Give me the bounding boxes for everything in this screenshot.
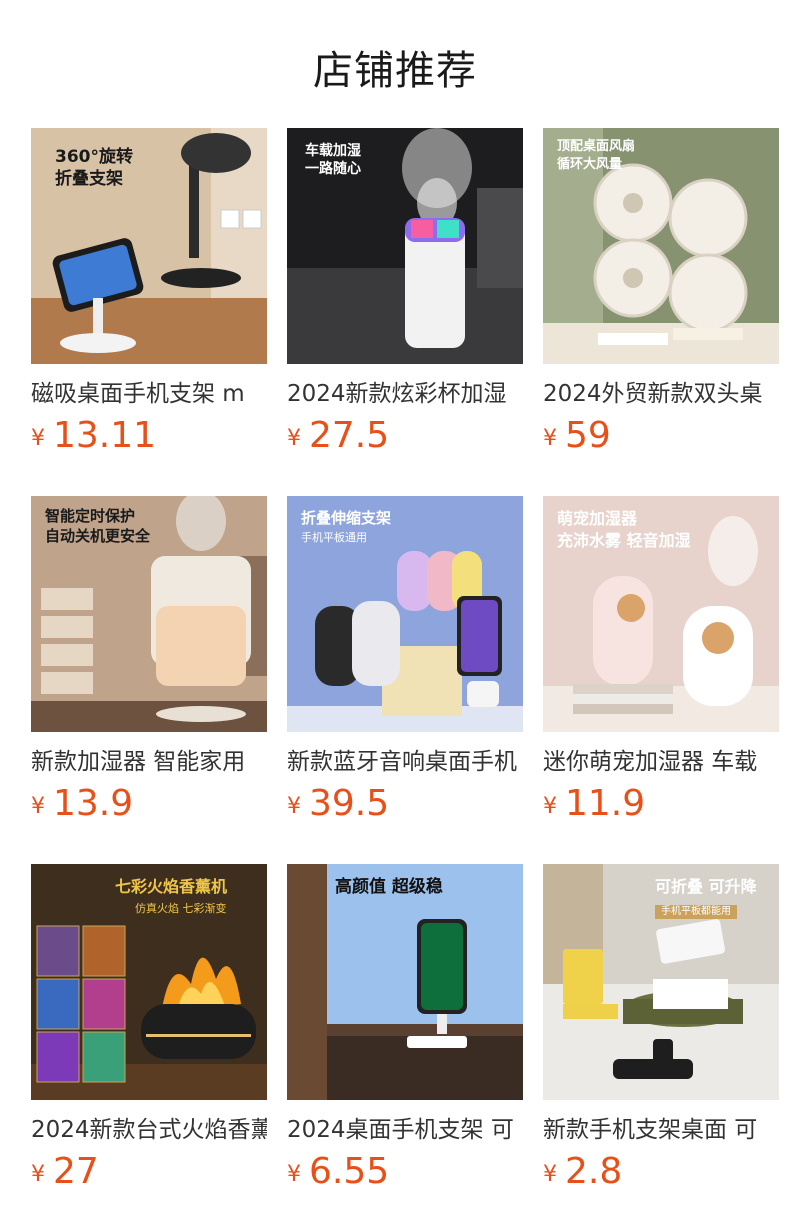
product-price: ¥13.9 [31,783,134,824]
product-card[interactable]: 车载加湿 一路随心 2024新款炫彩杯加湿 ¥27.5 [287,128,523,462]
product-price: ¥59 [543,415,611,456]
image-caption: 折叠伸缩支架 手机平板通用 [301,509,392,544]
image-caption: 车载加湿 一路随心 [305,143,361,177]
image-caption: 高颜值 超级稳 [335,877,443,897]
product-price: ¥27 [31,1151,99,1192]
product-card[interactable]: 可折叠 可升降 手机平板都能用 新款手机支架桌面 可 ¥2.8 [543,864,779,1198]
product-name[interactable]: 磁吸桌面手机支架 m [31,378,267,410]
product-card[interactable]: 折叠伸缩支架 手机平板通用 新款蓝牙音响桌面手机 ¥39.5 [287,496,523,830]
product-price: ¥39.5 [287,783,390,824]
product-card[interactable]: 顶配桌面风扇 循环大风量 2024外贸新款双头桌 ¥59 [543,128,779,462]
product-name[interactable]: 迷你萌宠加湿器 车载 [543,746,779,778]
image-caption: 萌宠加湿器 充沛水雾 轻音加湿 [557,509,691,550]
image-caption: 七彩火焰香薰机 仿真火焰 七彩渐变 [115,877,228,915]
product-price: ¥6.55 [287,1151,390,1192]
product-card[interactable]: 360°旋转 折叠支架 磁吸桌面手机支架 m ¥13.11 [31,128,267,462]
product-card[interactable]: 七彩火焰香薰机 仿真火焰 七彩渐变 2024新款台式火焰香薰 ¥27 [31,864,267,1198]
page-title: 店铺推荐 [313,48,477,94]
image-caption: 顶配桌面风扇 循环大风量 [557,139,636,172]
product-image[interactable]: 七彩火焰香薰机 仿真火焰 七彩渐变 [31,864,267,1100]
product-card[interactable]: 智能定时保护 自动关机更安全 新款加湿器 智能家用 ¥13.9 [31,496,267,830]
product-image[interactable]: 顶配桌面风扇 循环大风量 [543,128,779,364]
product-image[interactable]: 折叠伸缩支架 手机平板通用 [287,496,523,732]
product-image[interactable]: 高颜值 超级稳 [287,864,523,1100]
product-image[interactable]: 360°旋转 折叠支架 [31,128,267,364]
product-card[interactable]: 高颜值 超级稳 2024桌面手机支架 可 ¥6.55 [287,864,523,1198]
product-image[interactable]: 车载加湿 一路随心 [287,128,523,364]
product-name[interactable]: 2024新款炫彩杯加湿 [287,378,523,410]
product-price: ¥2.8 [543,1151,623,1192]
product-name[interactable]: 新款手机支架桌面 可 [543,1114,779,1146]
product-name[interactable]: 2024新款台式火焰香薰 [31,1114,267,1146]
product-name[interactable]: 2024外贸新款双头桌 [543,378,779,410]
image-caption: 可折叠 可升降 手机平板都能用 [655,877,757,919]
product-image[interactable]: 可折叠 可升降 手机平板都能用 [543,864,779,1100]
product-image[interactable]: 智能定时保护 自动关机更安全 [31,496,267,732]
image-caption: 360°旋转 折叠支架 [55,147,133,189]
product-card[interactable]: 萌宠加湿器 充沛水雾 轻音加湿 迷你萌宠加湿器 车载 ¥11.9 [543,496,779,830]
product-name[interactable]: 新款加湿器 智能家用 [31,746,267,778]
product-name[interactable]: 新款蓝牙音响桌面手机 [287,746,523,778]
product-price: ¥27.5 [287,415,390,456]
product-image[interactable]: 萌宠加湿器 充沛水雾 轻音加湿 [543,496,779,732]
product-name[interactable]: 2024桌面手机支架 可 [287,1114,523,1146]
product-price: ¥11.9 [543,783,646,824]
product-price: ¥13.11 [31,415,157,456]
image-caption: 智能定时保护 自动关机更安全 [45,507,151,545]
